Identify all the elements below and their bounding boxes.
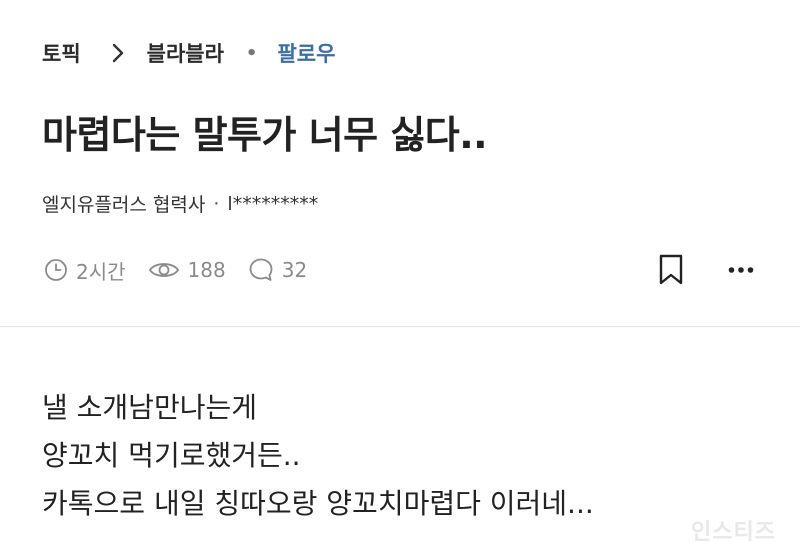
breadcrumb-board-link[interactable]: 블라블라 [147,38,224,68]
clock-icon [45,259,67,281]
post-comments-count: 32 [281,258,308,282]
author-company[interactable]: 엘지유플러스 협력사 [42,190,205,217]
author-name: l********* [227,192,319,215]
post-body-line: 양꼬치 먹기로했거든.. [42,439,301,472]
follow-button[interactable]: 팔로우 [277,38,335,68]
post-views-count: 188 [187,258,226,282]
breadcrumb: 토픽 블라블라 • 팔로우 [42,40,335,66]
post-views: 188 [148,258,226,282]
post-body-line: 낼 소개남만나는게 [42,391,257,424]
eye-icon [148,263,179,277]
chevron-right-icon [112,43,123,63]
author-info: 엘지유플러스 협력사 · l********* [42,190,318,217]
post-actions [658,254,754,286]
content-divider [0,326,800,327]
breadcrumb-dot-separator: • [245,42,258,64]
author-separator: · [213,192,220,215]
breadcrumb-topic-link[interactable]: 토픽 [42,38,81,68]
post-body-line: 카톡으로 내일 칭따오랑 양꼬치마렵다 이러네... [42,487,594,520]
post-title: 마렵다는 말투가 너무 싫다.. [42,113,488,157]
post-comments[interactable]: 32 [248,257,307,283]
post-time-value: 2시간 [76,259,126,284]
post-time: 2시간 [44,256,126,285]
bookmark-icon[interactable] [658,254,684,286]
more-horizontal-icon[interactable] [728,266,754,274]
comment-icon [249,258,273,281]
post-body: 낼 소개남만나는게 양꼬치 먹기로했거든.. 카톡으로 내일 칭따오랑 양꼬치마… [42,384,594,528]
post-meta: 2시간 188 32 [44,254,329,286]
watermark: 인스티즈 [691,520,776,545]
